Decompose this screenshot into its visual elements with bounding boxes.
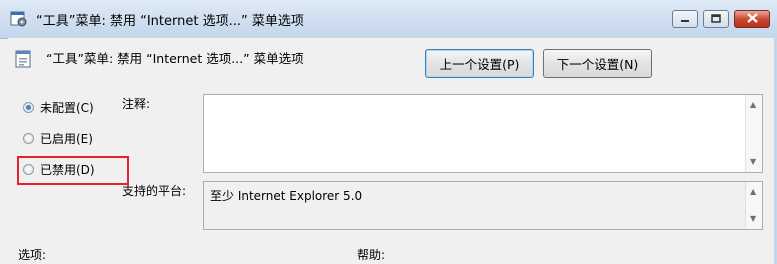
minimize-icon [680,12,690,26]
comment-scrollbar[interactable]: ▲ ▼ [745,95,762,172]
platform-label: 支持的平台: [122,184,187,198]
option-not-configured[interactable]: 未配置(C) [23,98,94,116]
maximize-button[interactable] [703,10,729,28]
previous-setting-button[interactable]: 上一个设置(P) [425,49,534,78]
minimize-button[interactable] [672,10,698,28]
scroll-down-icon[interactable]: ▼ [750,158,756,166]
scroll-down-icon[interactable]: ▼ [750,215,756,223]
platform-textbox: 至少 Internet Explorer 5.0 ▲ ▼ [203,181,763,230]
radio-not-configured[interactable] [23,101,34,113]
next-setting-button[interactable]: 下一个设置(N) [543,49,652,78]
options-section-label: 选项: [18,248,47,262]
previous-setting-label: 上一个设置(P) [439,57,520,72]
maximize-icon [711,12,721,26]
setting-title: “工具”菜单: 禁用 “Internet 选项...” 菜单选项 [46,51,304,66]
policy-editor-window: “工具”菜单: 禁用 “Internet 选项...” 菜单选项 “工具”菜单:… [0,0,777,264]
title-bar[interactable]: “工具”菜单: 禁用 “Internet 选项...” 菜单选项 [0,0,777,39]
help-section-label: 帮助: [357,248,386,262]
comment-textbox[interactable]: ▲ ▼ [203,94,763,173]
option-enabled-label: 已启用(E) [40,131,93,146]
policy-window-icon [10,10,28,28]
close-icon [746,12,758,26]
radio-enabled[interactable] [23,132,34,144]
close-button[interactable] [734,10,770,28]
comment-label: 注释: [122,97,151,111]
scroll-up-icon[interactable]: ▲ [750,188,756,196]
window-title: “工具”菜单: 禁用 “Internet 选项...” 菜单选项 [36,14,304,29]
option-not-configured-label: 未配置(C) [40,100,94,115]
platform-scrollbar[interactable]: ▲ ▼ [745,182,762,229]
platform-value: 至少 Internet Explorer 5.0 [210,189,363,203]
option-enabled[interactable]: 已启用(E) [23,129,93,147]
scroll-up-icon[interactable]: ▲ [750,101,756,109]
next-setting-label: 下一个设置(N) [556,57,639,72]
policy-setting-icon [15,50,33,68]
disabled-option-highlight [17,156,129,185]
